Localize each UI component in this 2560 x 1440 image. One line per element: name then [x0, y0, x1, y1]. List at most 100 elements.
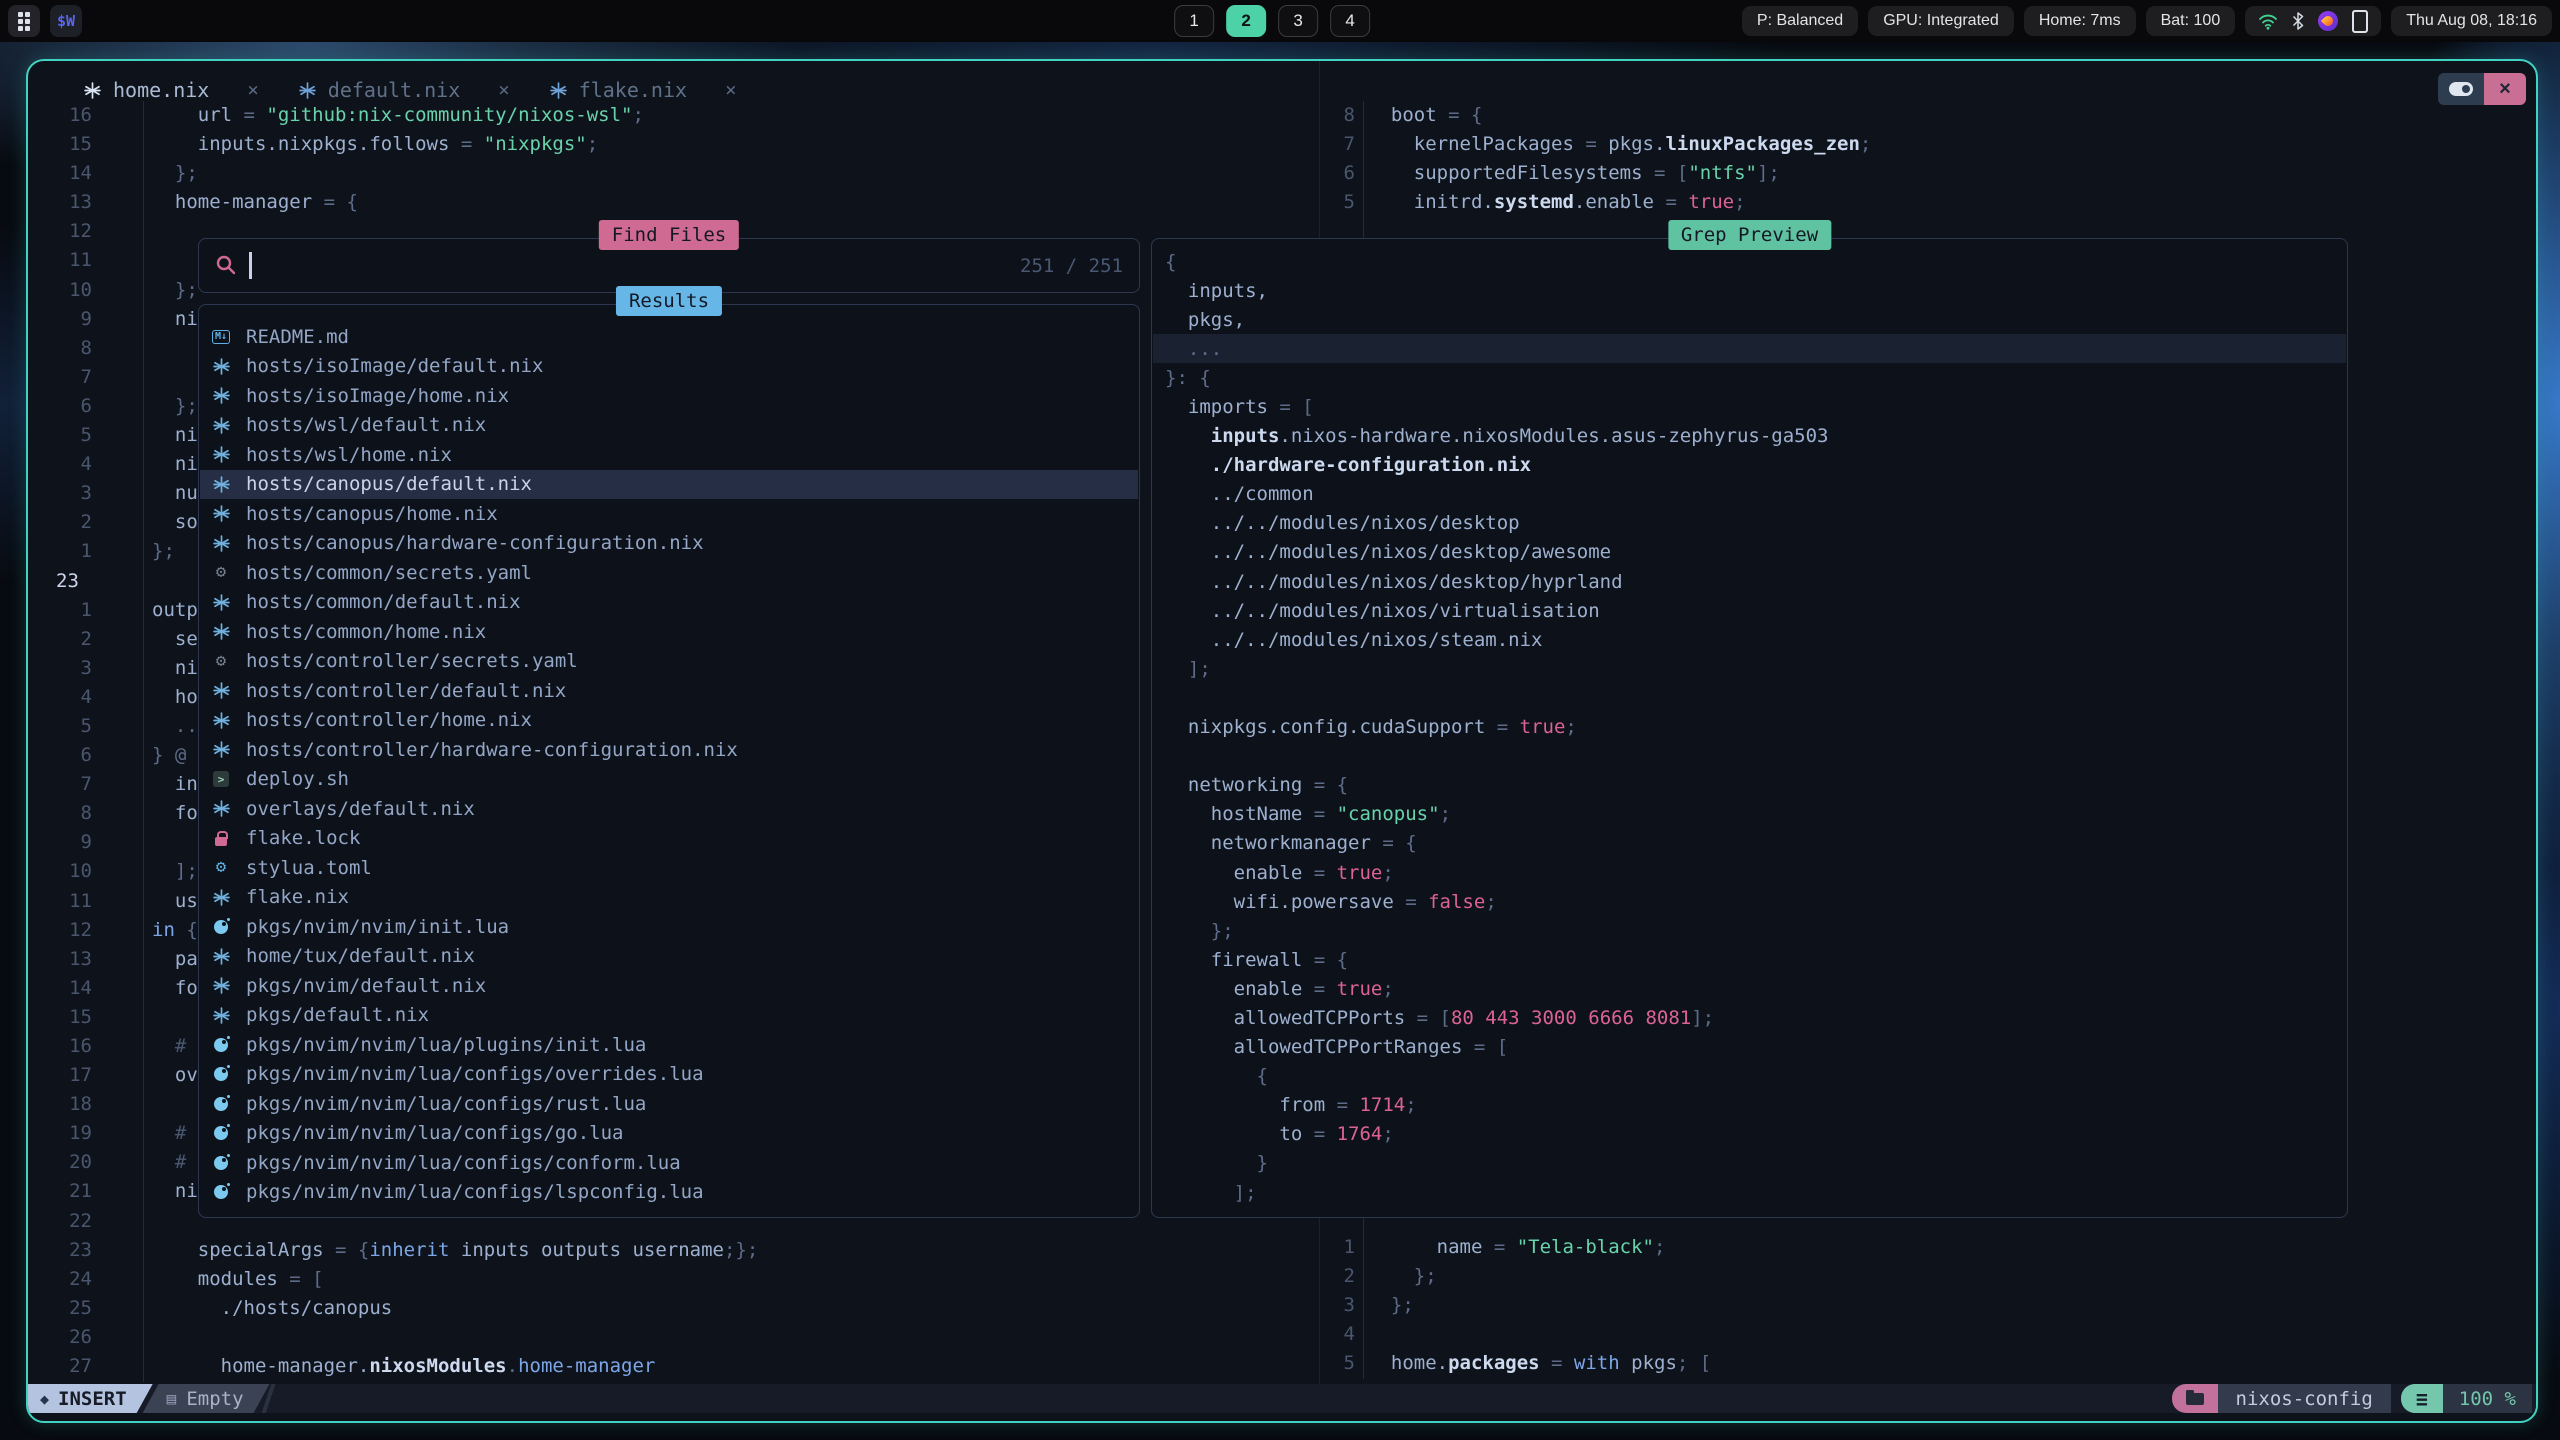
line-number: 15	[28, 130, 92, 159]
result-item[interactable]: flake.lock	[200, 824, 1138, 854]
line-number: 7	[28, 770, 92, 799]
result-item[interactable]: ⚙stylua.toml	[200, 853, 1138, 883]
tab-close-icon[interactable]: ×	[725, 79, 736, 101]
nix-icon	[213, 741, 230, 758]
status-pill: GPU: Integrated	[1868, 6, 2014, 36]
system-tray	[2245, 6, 2381, 36]
result-item[interactable]: pkgs/nvim/nvim/init.lua	[200, 912, 1138, 942]
launcher-logo[interactable]: $W	[50, 5, 82, 37]
terminal-icon: >	[213, 771, 229, 787]
result-item[interactable]: hosts/controller/home.nix	[200, 706, 1138, 736]
result-label: hosts/controller/secrets.yaml	[246, 650, 578, 672]
nix-icon	[213, 977, 230, 994]
workspace-button-2[interactable]: 2	[1226, 5, 1266, 37]
line-number: 3	[28, 654, 92, 683]
line-number: 22	[28, 1207, 92, 1236]
tab-flake.nix[interactable]: flake.nix×	[550, 78, 737, 102]
result-item[interactable]: hosts/canopus/home.nix	[200, 499, 1138, 529]
line-number: 9	[28, 828, 92, 857]
lua-icon	[214, 1097, 228, 1111]
nix-icon	[213, 623, 230, 640]
result-item[interactable]: pkgs/nvim/nvim/lua/configs/rust.lua	[200, 1089, 1138, 1119]
tab-close-icon[interactable]: ×	[498, 79, 509, 101]
result-item[interactable]: hosts/controller/default.nix	[200, 676, 1138, 706]
preview-line: to = 1764;	[1153, 1120, 2346, 1149]
line-number: 13	[28, 188, 92, 217]
tab-close-icon[interactable]: ×	[247, 79, 258, 101]
find-files-prompt[interactable]: Find Files 251 / 251	[198, 238, 1140, 293]
result-item[interactable]: pkgs/nvim/nvim/lua/configs/overrides.lua	[200, 1060, 1138, 1090]
result-label: pkgs/nvim/nvim/lua/configs/lspconfig.lua	[246, 1181, 704, 1203]
result-item[interactable]: pkgs/nvim/nvim/lua/configs/go.lua	[200, 1119, 1138, 1149]
project-name: nixos-config	[2218, 1384, 2391, 1413]
line-number: 24	[28, 1265, 92, 1294]
result-item[interactable]: pkgs/default.nix	[200, 1001, 1138, 1031]
line-number: 14	[28, 974, 92, 1003]
workspace-button-3[interactable]: 3	[1278, 5, 1318, 37]
statusline-left: ◆ INSERT ▤ Empty	[28, 1384, 276, 1413]
nix-icon	[84, 82, 101, 99]
preview-line: ...	[1153, 334, 2346, 363]
result-label: hosts/common/secrets.yaml	[246, 562, 532, 584]
result-item[interactable]: M↓README.md	[200, 322, 1138, 352]
result-item[interactable]: hosts/wsl/home.nix	[200, 440, 1138, 470]
result-item[interactable]: pkgs/nvim/nvim/lua/configs/lspconfig.lua	[200, 1178, 1138, 1208]
result-item[interactable]: pkgs/nvim/nvim/lua/configs/conform.lua	[200, 1148, 1138, 1178]
result-label: pkgs/nvim/default.nix	[246, 975, 486, 997]
line-number: 15	[28, 1003, 92, 1032]
line-number: 10	[28, 857, 92, 886]
result-label: pkgs/nvim/nvim/lua/configs/overrides.lua	[246, 1063, 704, 1085]
result-item[interactable]: hosts/wsl/default.nix	[200, 411, 1138, 441]
preview-line: inputs.nixos-hardware.nixosModules.asus-…	[1153, 422, 2346, 451]
code-line: 14 };	[28, 159, 1313, 188]
result-label: home/tux/default.nix	[246, 945, 475, 967]
code-line: 27 home-manager.nixosModules.home-manage…	[28, 1352, 1313, 1381]
code-line: 7 kernelPackages = pkgs.linuxPackages_ze…	[1320, 130, 2520, 159]
results-title: Results	[616, 286, 722, 316]
result-item[interactable]: hosts/isoImage/home.nix	[200, 381, 1138, 411]
result-label: README.md	[246, 326, 349, 348]
wifi-icon[interactable]	[2258, 13, 2278, 30]
status-pills: P: BalancedGPU: IntegratedHome: 7msBat: …	[1742, 6, 2235, 36]
nix-icon	[213, 712, 230, 729]
grep-preview-title: Grep Preview	[1668, 220, 1831, 250]
apps-grid-icon[interactable]	[8, 5, 40, 37]
result-item[interactable]: pkgs/nvim/default.nix	[200, 971, 1138, 1001]
flame-icon[interactable]	[2318, 11, 2338, 31]
result-item[interactable]: hosts/common/default.nix	[200, 588, 1138, 618]
code-line: 23 specialArgs = {inherit inputs outputs…	[28, 1236, 1313, 1265]
result-item[interactable]: pkgs/nvim/nvim/lua/plugins/init.lua	[200, 1030, 1138, 1060]
tab-home.nix[interactable]: home.nix×	[84, 78, 259, 102]
launcher-label: $W	[57, 12, 75, 30]
result-item[interactable]: hosts/canopus/hardware-configuration.nix	[200, 529, 1138, 559]
bluetooth-icon[interactable]	[2292, 12, 2304, 30]
result-label: hosts/controller/hardware-configuration.…	[246, 739, 738, 761]
line-number: 27	[28, 1352, 92, 1381]
workspace-button-1[interactable]: 1	[1174, 5, 1214, 37]
statusline-right: nixos-config ≡ 100 %	[2172, 1384, 2532, 1413]
result-item[interactable]: > deploy.sh	[200, 765, 1138, 795]
indent-guide	[143, 101, 144, 1382]
result-item[interactable]: hosts/common/home.nix	[200, 617, 1138, 647]
line-number: 26	[28, 1323, 92, 1352]
line-number: 8	[28, 334, 92, 363]
phone-icon[interactable]	[2352, 10, 2368, 33]
result-item[interactable]: ⚙hosts/common/secrets.yaml	[200, 558, 1138, 588]
tab-default.nix[interactable]: default.nix×	[299, 78, 510, 102]
result-item[interactable]: overlays/default.nix	[200, 794, 1138, 824]
result-item[interactable]: ⚙hosts/controller/secrets.yaml	[200, 647, 1138, 677]
code-line: 4	[1320, 1320, 2520, 1349]
result-item[interactable]: hosts/canopus/default.nix	[200, 470, 1138, 500]
workspace-button-4[interactable]: 4	[1330, 5, 1370, 37]
line-number: 5	[28, 421, 92, 450]
result-label: deploy.sh	[246, 768, 349, 790]
result-item[interactable]: hosts/controller/hardware-configuration.…	[200, 735, 1138, 765]
line-number: 5	[28, 712, 92, 741]
lua-icon	[214, 1156, 228, 1170]
result-item[interactable]: home/tux/default.nix	[200, 942, 1138, 972]
result-item[interactable]: hosts/isoImage/default.nix	[200, 352, 1138, 382]
line-number: 16	[28, 1032, 92, 1061]
results-list: M↓README.mdhosts/isoImage/default.nixhos…	[200, 322, 1138, 1207]
folder-icon	[2186, 1393, 2204, 1405]
result-item[interactable]: flake.nix	[200, 883, 1138, 913]
